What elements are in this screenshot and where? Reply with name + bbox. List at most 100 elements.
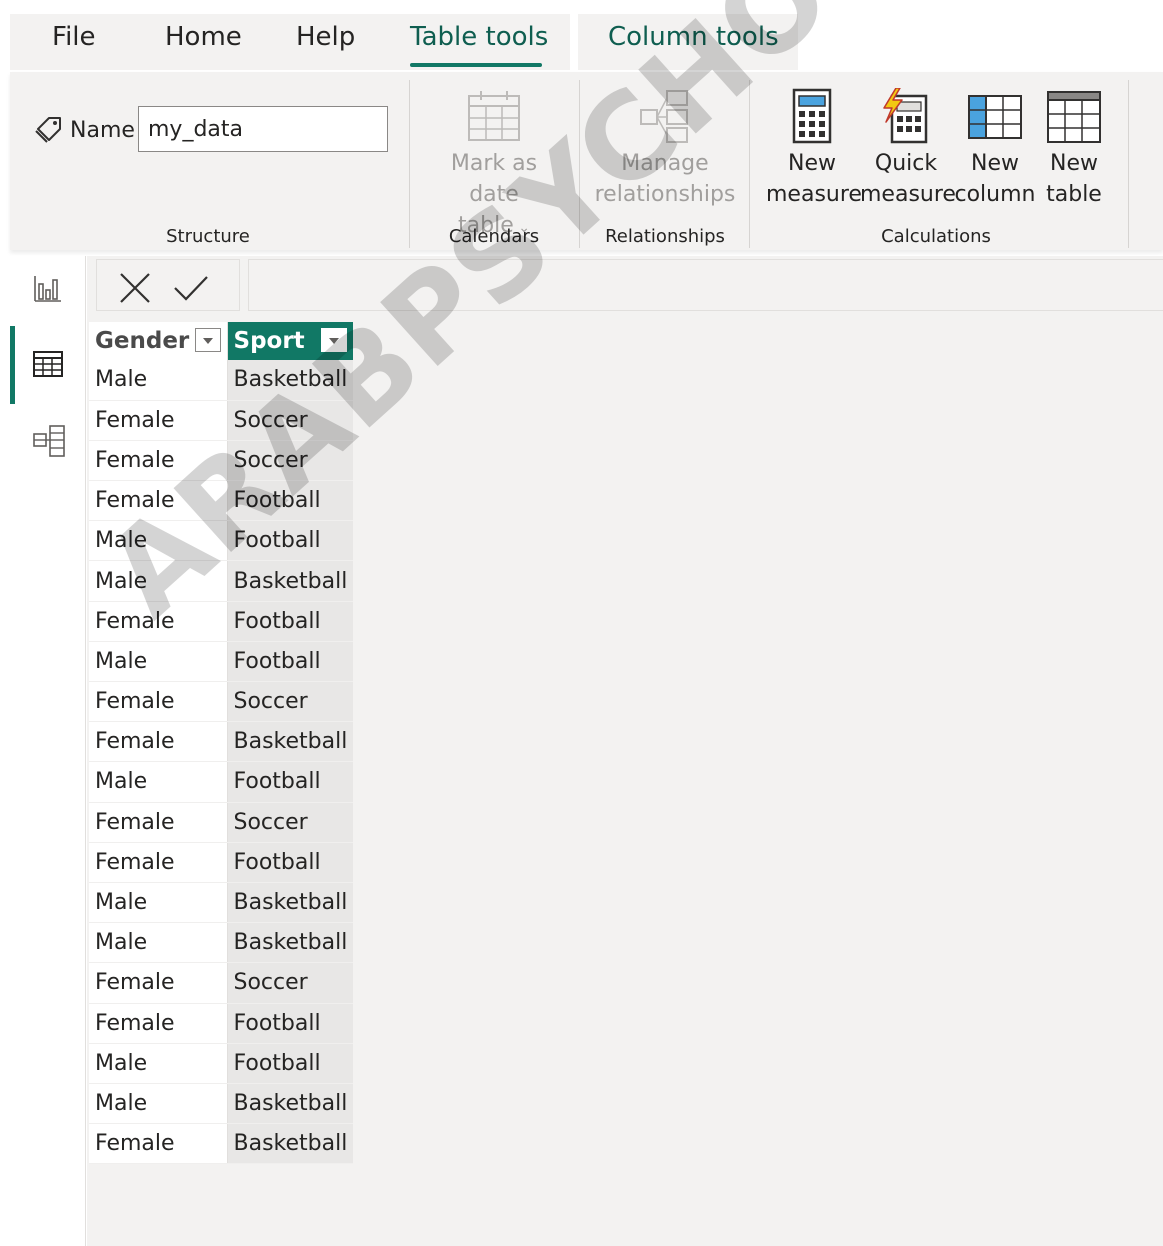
tab-help[interactable]: Help (296, 22, 355, 52)
table-row: Male Football (89, 641, 354, 683)
cell-sport[interactable]: Soccer (227, 400, 354, 441)
chevron-down-icon[interactable] (321, 328, 348, 352)
cell-sport[interactable]: Basketball (227, 922, 354, 964)
group-label-calendars: Calendars (448, 226, 540, 247)
cell-gender[interactable]: Female (89, 802, 228, 843)
quick-measure-label-2: measure (860, 182, 956, 207)
tab-table-tools[interactable]: Table tools (410, 22, 548, 52)
table-row: Female Soccer (89, 802, 354, 843)
formula-action-buttons (96, 259, 240, 311)
ribbon-separator (1128, 80, 1129, 248)
cell-gender[interactable]: Male (89, 560, 228, 602)
table-row: Male Basketball (89, 360, 354, 401)
cell-sport[interactable]: Soccer (227, 440, 354, 482)
active-tab-indicator (410, 63, 542, 67)
cell-gender[interactable]: Female (89, 440, 228, 482)
bar-chart-icon (34, 276, 61, 302)
cell-sport[interactable]: Soccer (227, 802, 354, 843)
table-name-input[interactable] (138, 106, 388, 152)
cell-gender[interactable]: Female (89, 601, 228, 642)
tab-column-tools[interactable]: Column tools (608, 22, 779, 52)
calculator-icon (792, 88, 832, 144)
column-header-label: Sport (233, 328, 305, 355)
cell-gender[interactable]: Female (89, 721, 228, 763)
table-view-canvas: Gender Sport Male Basketball Female Soccer F… (87, 256, 1163, 1246)
cell-gender[interactable]: Male (89, 641, 228, 683)
table-row: Female Soccer (89, 681, 354, 723)
cell-gender[interactable]: Female (89, 400, 228, 441)
chevron-down-icon[interactable] (194, 328, 221, 352)
table-row: Male Basketball (89, 922, 354, 964)
quick-measure-button[interactable]: Quick measure (860, 88, 956, 210)
new-column-icon (968, 95, 1022, 139)
table-row: Female Football (89, 601, 354, 642)
column-header-label: Gender (95, 328, 190, 355)
data-table: Gender Sport Male Basketball Female Soccer F… (89, 322, 354, 1165)
cell-sport[interactable]: Basketball (227, 360, 354, 401)
table-view-button[interactable] (10, 332, 86, 398)
report-view-button[interactable] (10, 256, 86, 322)
manage-relationships-button[interactable]: Manage relationships (592, 88, 738, 210)
cell-sport[interactable]: Basketball (227, 1123, 354, 1165)
table-grid-icon (33, 351, 63, 377)
relationships-icon (640, 90, 688, 143)
checkmark-icon[interactable] (173, 270, 209, 306)
cell-gender[interactable]: Female (89, 480, 228, 522)
cell-sport[interactable]: Soccer (227, 962, 354, 1004)
table-row: Male Football (89, 1043, 354, 1084)
cell-gender[interactable]: Female (89, 1003, 228, 1044)
formula-bar[interactable] (248, 259, 1163, 311)
cell-sport[interactable]: Football (227, 520, 354, 562)
name-label: Name (70, 118, 135, 143)
cell-sport[interactable]: Basketball (227, 882, 354, 924)
table-row: Male Football (89, 761, 354, 803)
cell-gender[interactable]: Male (89, 520, 228, 562)
new-column-button[interactable]: New column (952, 88, 1038, 210)
new-measure-label-1: New (788, 151, 836, 176)
table-row: Female Soccer (89, 440, 354, 482)
cell-gender[interactable]: Male (89, 1083, 228, 1125)
cell-gender[interactable]: Female (89, 681, 228, 723)
view-switcher-rail (10, 256, 86, 1246)
group-label-structure: Structure (166, 226, 250, 247)
cell-gender[interactable]: Female (89, 962, 228, 1004)
table-body: Male Basketball Female Soccer Female Soccer Fe… (89, 360, 354, 1165)
table-row: Male Basketball (89, 1083, 354, 1125)
close-icon[interactable] (117, 270, 153, 306)
table-row: Female Football (89, 480, 354, 522)
cell-gender[interactable]: Male (89, 360, 228, 401)
cell-gender[interactable]: Female (89, 1123, 228, 1165)
column-header-gender[interactable]: Gender (89, 322, 228, 360)
ribbon-panel: Name Structure Mark as date table ⌄ Cale… (10, 72, 1163, 250)
cell-gender[interactable]: Male (89, 922, 228, 964)
table-row: Female Football (89, 842, 354, 883)
ribbon-tab-bar: File Home Help Table tools Column tools (0, 0, 1163, 72)
tab-file[interactable]: File (52, 22, 96, 52)
table-row: Female Soccer (89, 962, 354, 1004)
cell-sport[interactable]: Basketball (227, 721, 354, 763)
cell-sport[interactable]: Football (227, 480, 354, 522)
cell-sport[interactable]: Basketball (227, 1083, 354, 1125)
calendar-table-icon (468, 91, 520, 141)
model-view-button[interactable] (10, 408, 86, 474)
cell-sport[interactable]: Football (227, 761, 354, 803)
model-diagram-icon (33, 425, 65, 457)
new-measure-button[interactable]: New measure (766, 88, 862, 210)
cell-sport[interactable]: Football (227, 1043, 354, 1084)
tab-home[interactable]: Home (165, 22, 242, 52)
cell-sport[interactable]: Soccer (227, 681, 354, 723)
cell-sport[interactable]: Football (227, 641, 354, 683)
cell-gender[interactable]: Male (89, 761, 228, 803)
cell-sport[interactable]: Football (227, 601, 354, 642)
table-row: Female Basketball (89, 1123, 354, 1165)
cell-gender[interactable]: Female (89, 842, 228, 883)
cell-gender[interactable]: Male (89, 882, 228, 924)
cell-sport[interactable]: Basketball (227, 560, 354, 602)
new-table-label-1: New (1050, 151, 1098, 176)
new-table-button[interactable]: New table (1042, 88, 1106, 210)
column-header-sport[interactable]: Sport (227, 322, 354, 360)
cell-sport[interactable]: Football (227, 1003, 354, 1044)
mark-as-date-table-button[interactable]: Mark as date table ⌄ (426, 88, 562, 244)
cell-gender[interactable]: Male (89, 1043, 228, 1084)
cell-sport[interactable]: Football (227, 842, 354, 883)
